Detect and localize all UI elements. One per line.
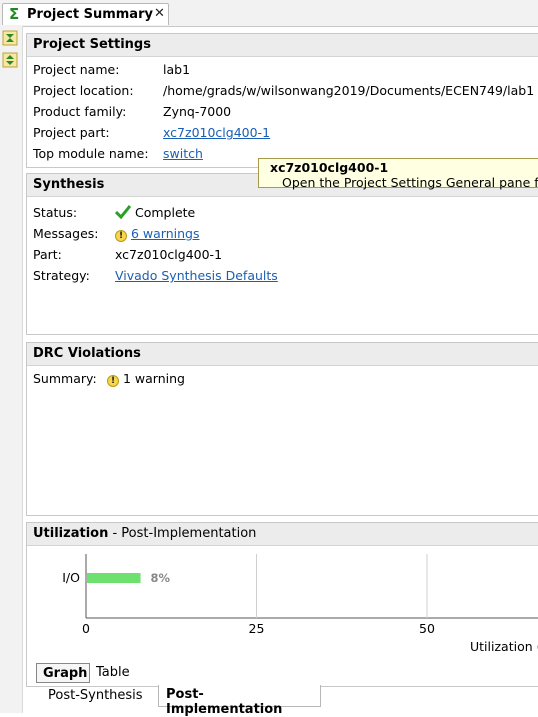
utilization-title: Utilization: [33, 526, 109, 541]
summary-value: ! 1 warning: [107, 371, 185, 387]
x-tick-label: 25: [249, 621, 265, 636]
tab-post-implementation[interactable]: Post-Implementation: [158, 685, 321, 717]
tab-table-label: Table: [96, 665, 130, 680]
warning-icon: !: [107, 375, 119, 387]
utilization-subtitle: - Post-Implementation: [108, 526, 257, 541]
summary-text: 1 warning: [122, 371, 185, 386]
utilization-chart: I/O 8% 0 25 50 Utilization (: [62, 554, 538, 654]
sigma-icon: Σ: [9, 5, 20, 23]
synthesis-panel: Synthesis Status: Complete Messages: ! 6…: [26, 173, 538, 335]
tooltip-text: Open the Project Settings General pane f: [282, 175, 538, 190]
panel-header: DRC Violations: [27, 343, 538, 366]
project-part-link[interactable]: xc7z010clg400-1: [163, 125, 270, 140]
x-tick-label: 50: [419, 621, 435, 636]
warning-icon: !: [115, 230, 127, 242]
bar-io: [87, 573, 141, 583]
bar-value-label: 8%: [151, 571, 171, 585]
panel-header: Project Settings: [27, 34, 538, 57]
status-label: Status:: [33, 205, 78, 220]
close-icon[interactable]: ✕: [154, 6, 165, 21]
checkmark-icon: [115, 205, 131, 219]
top-module-label: Top module name:: [33, 146, 149, 161]
left-toolbar: [0, 26, 23, 713]
strategy-label: Strategy:: [33, 268, 90, 283]
project-part-label: Project part:: [33, 125, 110, 140]
drc-violations-panel: DRC Violations Summary: ! 1 warning: [26, 342, 538, 516]
tab-post-synthesis[interactable]: Post-Synthesis: [48, 688, 143, 703]
part-value: xc7z010clg400-1: [115, 247, 223, 262]
x-axis-label: Utilization (: [470, 639, 538, 654]
y-category-label: I/O: [62, 570, 80, 585]
expand-all-icon[interactable]: [2, 52, 18, 68]
strategy-link[interactable]: Vivado Synthesis Defaults: [115, 268, 278, 283]
project-name-label: Project name:: [33, 62, 120, 77]
collapse-all-icon[interactable]: [2, 30, 18, 46]
top-module-link[interactable]: switch: [163, 146, 203, 161]
status-text: Complete: [134, 205, 196, 220]
messages-label: Messages:: [33, 226, 99, 241]
stage-tabs: Post-Synthesis Post-Implementation: [26, 685, 538, 717]
panel-title: DRC Violations: [33, 346, 141, 361]
tab-graph-label: Graph: [43, 666, 88, 681]
panel-title: Utilization - Post-Implementation: [33, 526, 256, 541]
product-family-value: Zynq-7000: [163, 104, 232, 119]
tab-graph[interactable]: Graph: [36, 663, 90, 683]
messages-value: ! 6 warnings: [115, 226, 199, 242]
tab-table[interactable]: Table: [90, 663, 136, 683]
tooltip-title: xc7z010clg400-1: [270, 160, 389, 175]
product-family-label: Product family:: [33, 104, 127, 119]
panel-title: Project Settings: [33, 37, 151, 52]
x-tick-label: 0: [82, 621, 90, 636]
project-location-value: /home/grads/w/wilsonwang2019/Documents/E…: [163, 83, 535, 98]
part-label: Part:: [33, 247, 62, 262]
project-settings-panel: Project Settings Project name: lab1 Proj…: [26, 33, 538, 168]
tab-project-summary[interactable]: Σ Project Summary ✕: [2, 3, 169, 25]
panel-header: Utilization - Post-Implementation: [27, 523, 538, 546]
warnings-link[interactable]: 6 warnings: [131, 226, 200, 241]
tab-title: Project Summary: [27, 7, 153, 22]
panel-title: Synthesis: [33, 177, 105, 192]
editor-tab-strip: Σ Project Summary ✕: [0, 0, 538, 27]
summary-label: Summary:: [33, 371, 97, 386]
part-tooltip: xc7z010clg400-1 Open the Project Setting…: [258, 158, 538, 190]
project-name-value: lab1: [163, 62, 191, 77]
status-value: Complete: [115, 205, 195, 220]
project-location-label: Project location:: [33, 83, 134, 98]
